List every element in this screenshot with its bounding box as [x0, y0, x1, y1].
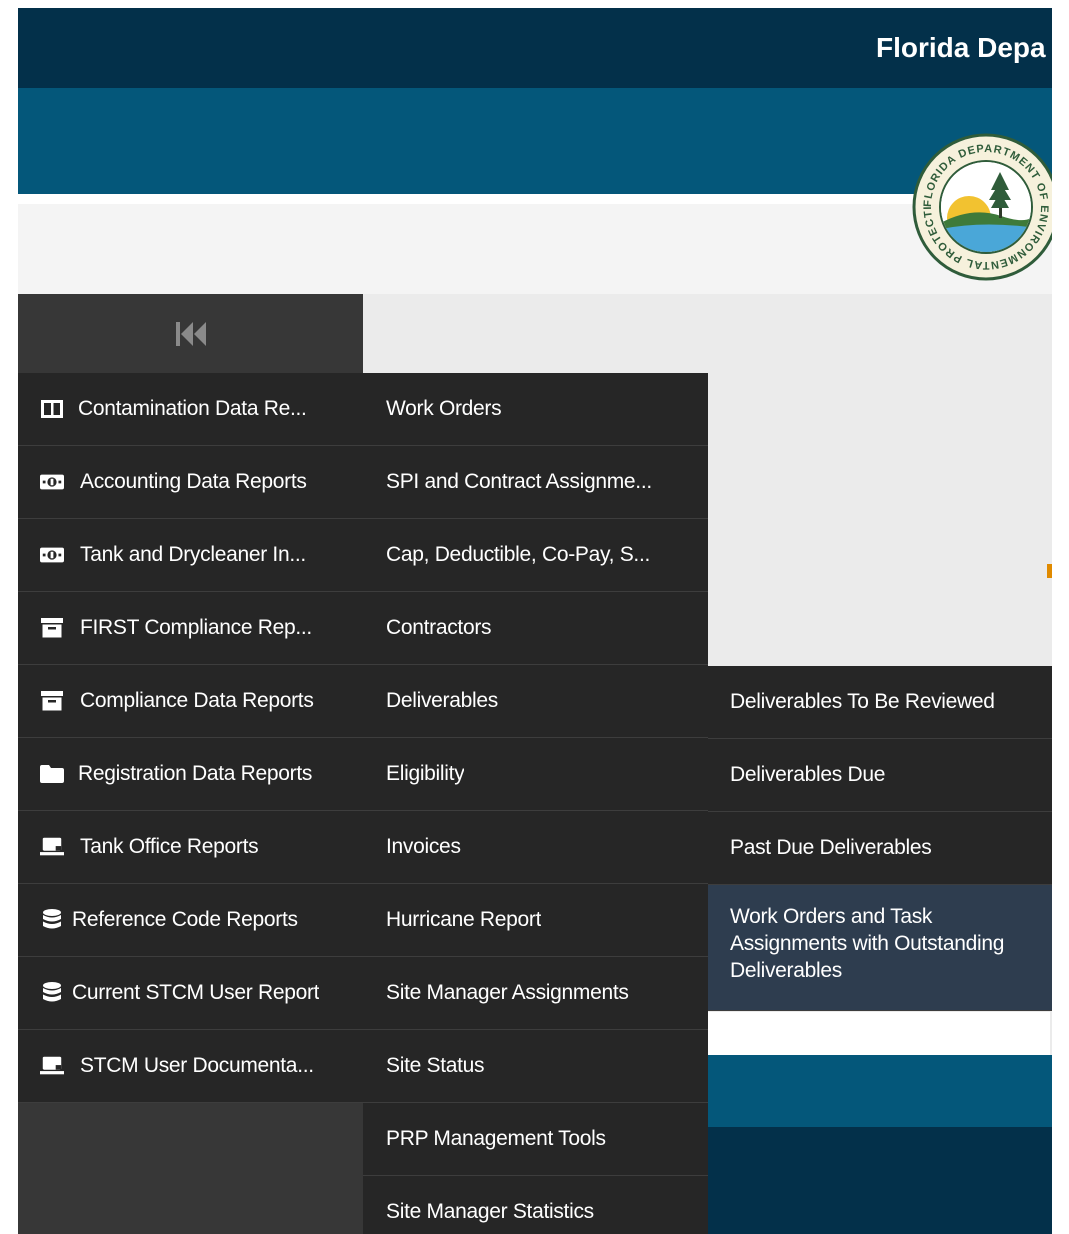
- sidebar-item-label: Contamination Data Re...: [78, 397, 307, 420]
- submenu-item-label: Eligibility: [386, 762, 465, 785]
- double-chevron-left-icon: [175, 321, 206, 346]
- sidebar-item-label: Tank Office Reports: [80, 835, 259, 858]
- flyout-item-past-due-deliverables[interactable]: Past Due Deliverables: [708, 812, 1052, 885]
- archive-icon: [40, 690, 64, 712]
- sidebar-item-current-stcm-user[interactable]: Current STCM User Report: [18, 957, 363, 1030]
- sidebar-item-reference-code[interactable]: Reference Code Reports: [18, 884, 363, 957]
- submenu-item-deliverables[interactable]: Deliverables: [363, 665, 708, 738]
- submenu-item-label: Cap, Deductible, Co-Pay, S...: [386, 543, 651, 566]
- sidebar-item-label: FIRST Compliance Rep...: [80, 616, 312, 639]
- submenu-item-label: Site Manager Statistics: [386, 1200, 594, 1223]
- flyout-item-label: Deliverables To Be Reviewed: [730, 690, 995, 713]
- submenu-item-site-manager-assignments[interactable]: Site Manager Assignments: [363, 957, 708, 1030]
- submenu-item-site-status[interactable]: Site Status: [363, 1030, 708, 1103]
- fdep-seal-icon: FLORIDA DEPARTMENT OF ENVIRONMENTAL PROT…: [906, 123, 1052, 282]
- submenu-item-label: Site Status: [386, 1054, 485, 1077]
- sidebar-item-label: Compliance Data Reports: [80, 689, 314, 712]
- sidebar-item-tank-drycleaner[interactable]: Tank and Drycleaner In...: [18, 519, 363, 592]
- submenu-item-label: Work Orders: [386, 397, 502, 420]
- submenu-item-site-manager-statistics[interactable]: Site Manager Statistics: [363, 1176, 708, 1234]
- sidebar-item-contamination-data[interactable]: Contamination Data Re...: [18, 373, 363, 446]
- orange-marker: [1047, 564, 1052, 578]
- submenu-item-label: Contractors: [386, 616, 492, 639]
- flyout-item-deliverables-to-be-reviewed[interactable]: Deliverables To Be Reviewed: [708, 666, 1052, 739]
- page-title: Florida Depa: [876, 32, 1046, 63]
- submenu-item-invoices[interactable]: Invoices: [363, 811, 708, 884]
- sidebar-menu: Contamination Data Re... Accounting Data…: [18, 373, 363, 1234]
- submenu-item-label: Deliverables: [386, 689, 498, 712]
- sidebar-item-stcm-user-documentation[interactable]: STCM User Documenta...: [18, 1030, 363, 1103]
- top-header-bar: Florida Depa: [18, 8, 1052, 88]
- sidebar-item-registration-data[interactable]: Registration Data Reports: [18, 738, 363, 811]
- sidebar-item-first-compliance[interactable]: FIRST Compliance Rep...: [18, 592, 363, 665]
- submenu-item-work-orders[interactable]: Work Orders: [363, 373, 708, 446]
- sidebar-item-label: Accounting Data Reports: [80, 470, 307, 493]
- database-icon: [40, 909, 64, 931]
- columns-icon: [40, 398, 64, 420]
- submenu-item-label: Invoices: [386, 835, 461, 858]
- header-banner: [18, 88, 1052, 194]
- app-window: Florida Depa FLORIDA DEPARTMENT OF ENVIR…: [18, 8, 1052, 1234]
- collapse-sidebar-button[interactable]: [18, 294, 363, 373]
- flyout-item-label: Deliverables Due: [730, 763, 886, 786]
- money-icon: [40, 471, 64, 493]
- flyout-item-deliverables-due[interactable]: Deliverables Due: [708, 739, 1052, 812]
- content-white-strip: [708, 1012, 1050, 1055]
- submenu-item-label: SPI and Contract Assignme...: [386, 470, 652, 493]
- sidebar-item-label: Current STCM User Report: [72, 981, 320, 1004]
- submenu-item-label: Hurricane Report: [386, 908, 542, 931]
- archive-icon: [40, 617, 64, 639]
- flyout-item-work-orders-outstanding-deliverables[interactable]: Work Orders and Task Assignments with Ou…: [708, 885, 1052, 1011]
- flyout-item-label: Work Orders and Task Assignments with Ou…: [730, 905, 1005, 982]
- database-icon: [40, 982, 64, 1004]
- sidebar-item-accounting-data[interactable]: Accounting Data Reports: [18, 446, 363, 519]
- submenu-item-eligibility[interactable]: Eligibility: [363, 738, 708, 811]
- sidebar-item-compliance-data[interactable]: Compliance Data Reports: [18, 665, 363, 738]
- sidebar-item-label: Registration Data Reports: [78, 762, 313, 785]
- reports-submenu: Work Orders SPI and Contract Assignme...…: [363, 373, 708, 1234]
- header-divider: [18, 194, 1052, 204]
- submenu-item-prp-management-tools[interactable]: PRP Management Tools: [363, 1103, 708, 1176]
- folder-icon: [40, 763, 64, 785]
- submenu-item-contractors[interactable]: Contractors: [363, 592, 708, 665]
- laptop-icon: [40, 836, 64, 858]
- sidebar-item-label: Tank and Drycleaner In...: [80, 543, 306, 566]
- laptop-icon: [40, 1055, 64, 1077]
- submenu-item-hurricane-report[interactable]: Hurricane Report: [363, 884, 708, 957]
- footer-band-dark: [708, 1127, 1052, 1234]
- subheader-bar: [18, 204, 1052, 294]
- submenu-item-spi-contract-assignments[interactable]: SPI and Contract Assignme...: [363, 446, 708, 519]
- sidebar-item-label: STCM User Documenta...: [80, 1054, 314, 1077]
- sidebar-item-tank-office[interactable]: Tank Office Reports: [18, 811, 363, 884]
- sidebar-item-label: Reference Code Reports: [72, 908, 298, 931]
- submenu-item-cap-deductible-copay[interactable]: Cap, Deductible, Co-Pay, S...: [363, 519, 708, 592]
- submenu-item-label: Site Manager Assignments: [386, 981, 629, 1004]
- deliverables-flyout: Deliverables To Be Reviewed Deliverables…: [708, 666, 1052, 1011]
- footer-band-blue: [708, 1055, 1052, 1127]
- submenu-item-label: PRP Management Tools: [386, 1127, 606, 1150]
- money-icon: [40, 544, 64, 566]
- flyout-item-label: Past Due Deliverables: [730, 836, 932, 859]
